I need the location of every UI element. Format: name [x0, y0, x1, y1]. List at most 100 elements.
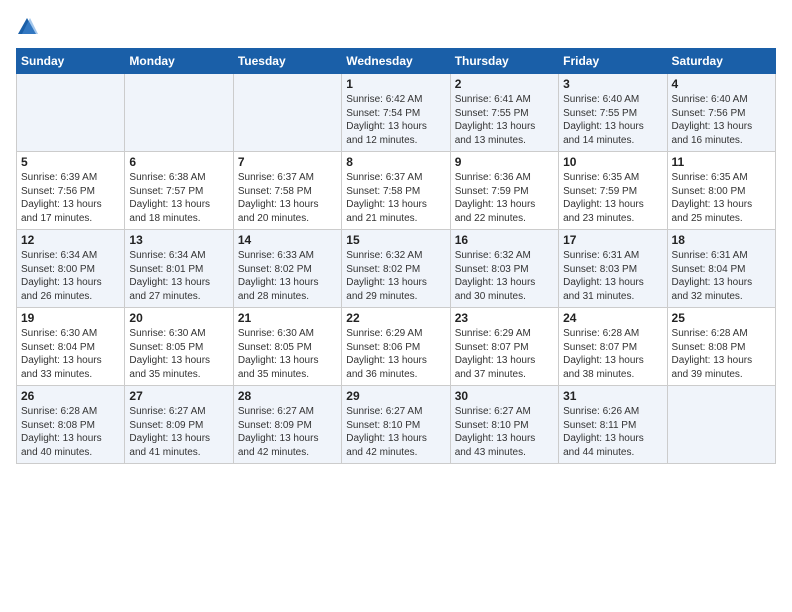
- day-number: 31: [563, 389, 662, 403]
- calendar-cell: 26 Sunrise: 6:28 AM Sunset: 8:08 PM Dayli…: [17, 386, 125, 464]
- calendar-cell: 2 Sunrise: 6:41 AM Sunset: 7:55 PM Daylig…: [450, 74, 558, 152]
- weekday-monday: Monday: [125, 49, 233, 74]
- calendar-cell: 5 Sunrise: 6:39 AM Sunset: 7:56 PM Daylig…: [17, 152, 125, 230]
- day-number: 22: [346, 311, 445, 325]
- day-info: Sunrise: 6:35 AM Sunset: 8:00 PM Dayligh…: [672, 171, 771, 225]
- day-number: 14: [238, 233, 337, 247]
- day-info: Sunrise: 6:28 AM Sunset: 8:07 PM Dayligh…: [563, 327, 662, 381]
- day-info: Sunrise: 6:27 AM Sunset: 8:09 PM Dayligh…: [129, 405, 228, 459]
- calendar-cell: 28Sunrise: 6:27 AM Sunset: 8:09 PM Dayli…: [233, 386, 341, 464]
- calendar-cell: 21 Sunrise: 6:30 AM Sunset: 8:05 PM Dayli…: [233, 308, 341, 386]
- calendar-cell: 7 Sunrise: 6:37 AM Sunset: 7:58 PM Daylig…: [233, 152, 341, 230]
- day-number: 21: [238, 311, 337, 325]
- weekday-wednesday: Wednesday: [342, 49, 450, 74]
- day-info: Sunrise: 6:28 AM Sunset: 8:08 PM Dayligh…: [672, 327, 771, 381]
- calendar-cell: 8 Sunrise: 6:37 AM Sunset: 7:58 PM Daylig…: [342, 152, 450, 230]
- calendar-cell: 25Sunrise: 6:28 AM Sunset: 8:08 PM Dayli…: [667, 308, 775, 386]
- calendar-cell: 31 Sunrise: 6:26 AM Sunset: 8:11 PM Dayli…: [559, 386, 667, 464]
- day-info: Sunrise: 6:30 AM Sunset: 8:04 PM Dayligh…: [21, 327, 120, 381]
- page: SundayMondayTuesdayWednesdayThursdayFrid…: [0, 0, 792, 612]
- day-number: 2: [455, 77, 554, 91]
- calendar-cell: 23 Sunrise: 6:29 AM Sunset: 8:07 PM Dayli…: [450, 308, 558, 386]
- day-info: Sunrise: 6:34 AM Sunset: 8:01 PM Dayligh…: [129, 249, 228, 303]
- day-number: 27: [129, 389, 228, 403]
- day-number: 23: [455, 311, 554, 325]
- day-number: 26: [21, 389, 120, 403]
- calendar-cell: 14 Sunrise: 6:33 AM Sunset: 8:02 PM Dayli…: [233, 230, 341, 308]
- day-number: 13: [129, 233, 228, 247]
- day-info: Sunrise: 6:31 AM Sunset: 8:03 PM Dayligh…: [563, 249, 662, 303]
- day-info: Sunrise: 6:29 AM Sunset: 8:07 PM Dayligh…: [455, 327, 554, 381]
- logo-icon: [16, 16, 38, 38]
- day-number: 16: [455, 233, 554, 247]
- calendar-cell: 19 Sunrise: 6:30 AM Sunset: 8:04 PM Dayli…: [17, 308, 125, 386]
- day-number: 5: [21, 155, 120, 169]
- day-info: Sunrise: 6:34 AM Sunset: 8:00 PM Dayligh…: [21, 249, 120, 303]
- day-info: Sunrise: 6:40 AM Sunset: 7:55 PM Dayligh…: [563, 93, 662, 147]
- day-number: 4: [672, 77, 771, 91]
- calendar-cell: 11Sunrise: 6:35 AM Sunset: 8:00 PM Dayli…: [667, 152, 775, 230]
- logo: [16, 16, 42, 38]
- calendar-table: SundayMondayTuesdayWednesdayThursdayFrid…: [16, 48, 776, 464]
- day-info: Sunrise: 6:26 AM Sunset: 8:11 PM Dayligh…: [563, 405, 662, 459]
- day-number: 9: [455, 155, 554, 169]
- day-number: 20: [129, 311, 228, 325]
- day-number: 1: [346, 77, 445, 91]
- day-number: 15: [346, 233, 445, 247]
- day-info: Sunrise: 6:41 AM Sunset: 7:55 PM Dayligh…: [455, 93, 554, 147]
- day-info: Sunrise: 6:37 AM Sunset: 7:58 PM Dayligh…: [238, 171, 337, 225]
- calendar-cell: 29Sunrise: 6:27 AM Sunset: 8:10 PM Dayli…: [342, 386, 450, 464]
- weekday-sunday: Sunday: [17, 49, 125, 74]
- calendar-cell: [233, 74, 341, 152]
- weekday-tuesday: Tuesday: [233, 49, 341, 74]
- day-info: Sunrise: 6:32 AM Sunset: 8:03 PM Dayligh…: [455, 249, 554, 303]
- header: [16, 16, 776, 38]
- day-number: 3: [563, 77, 662, 91]
- calendar-cell: 18 Sunrise: 6:31 AM Sunset: 8:04 PM Dayli…: [667, 230, 775, 308]
- day-number: 30: [455, 389, 554, 403]
- calendar-week-3: 12 Sunrise: 6:34 AM Sunset: 8:00 PM Dayli…: [17, 230, 776, 308]
- calendar-cell: 17 Sunrise: 6:31 AM Sunset: 8:03 PM Dayli…: [559, 230, 667, 308]
- day-info: Sunrise: 6:39 AM Sunset: 7:56 PM Dayligh…: [21, 171, 120, 225]
- day-number: 6: [129, 155, 228, 169]
- calendar-cell: 16 Sunrise: 6:32 AM Sunset: 8:03 PM Dayli…: [450, 230, 558, 308]
- day-number: 7: [238, 155, 337, 169]
- day-number: 18: [672, 233, 771, 247]
- calendar-cell: 10 Sunrise: 6:35 AM Sunset: 7:59 PM Dayli…: [559, 152, 667, 230]
- day-number: 28: [238, 389, 337, 403]
- day-info: Sunrise: 6:30 AM Sunset: 8:05 PM Dayligh…: [129, 327, 228, 381]
- day-number: 12: [21, 233, 120, 247]
- calendar-week-5: 26 Sunrise: 6:28 AM Sunset: 8:08 PM Dayli…: [17, 386, 776, 464]
- day-info: Sunrise: 6:37 AM Sunset: 7:58 PM Dayligh…: [346, 171, 445, 225]
- day-info: Sunrise: 6:35 AM Sunset: 7:59 PM Dayligh…: [563, 171, 662, 225]
- day-number: 19: [21, 311, 120, 325]
- calendar-cell: 24 Sunrise: 6:28 AM Sunset: 8:07 PM Dayli…: [559, 308, 667, 386]
- day-info: Sunrise: 6:32 AM Sunset: 8:02 PM Dayligh…: [346, 249, 445, 303]
- weekday-thursday: Thursday: [450, 49, 558, 74]
- day-number: 17: [563, 233, 662, 247]
- calendar-week-2: 5 Sunrise: 6:39 AM Sunset: 7:56 PM Daylig…: [17, 152, 776, 230]
- calendar-cell: 6 Sunrise: 6:38 AM Sunset: 7:57 PM Daylig…: [125, 152, 233, 230]
- calendar-cell: 3 Sunrise: 6:40 AM Sunset: 7:55 PM Daylig…: [559, 74, 667, 152]
- calendar-cell: [125, 74, 233, 152]
- calendar-cell: 1 Sunrise: 6:42 AM Sunset: 7:54 PM Daylig…: [342, 74, 450, 152]
- day-info: Sunrise: 6:30 AM Sunset: 8:05 PM Dayligh…: [238, 327, 337, 381]
- weekday-friday: Friday: [559, 49, 667, 74]
- day-info: Sunrise: 6:42 AM Sunset: 7:54 PM Dayligh…: [346, 93, 445, 147]
- day-info: Sunrise: 6:33 AM Sunset: 8:02 PM Dayligh…: [238, 249, 337, 303]
- day-number: 8: [346, 155, 445, 169]
- day-number: 10: [563, 155, 662, 169]
- calendar-cell: 30Sunrise: 6:27 AM Sunset: 8:10 PM Dayli…: [450, 386, 558, 464]
- day-info: Sunrise: 6:28 AM Sunset: 8:08 PM Dayligh…: [21, 405, 120, 459]
- calendar-cell: 4Sunrise: 6:40 AM Sunset: 7:56 PM Daylig…: [667, 74, 775, 152]
- weekday-saturday: Saturday: [667, 49, 775, 74]
- weekday-header-row: SundayMondayTuesdayWednesdayThursdayFrid…: [17, 49, 776, 74]
- calendar-cell: 22Sunrise: 6:29 AM Sunset: 8:06 PM Dayli…: [342, 308, 450, 386]
- day-number: 24: [563, 311, 662, 325]
- day-info: Sunrise: 6:31 AM Sunset: 8:04 PM Dayligh…: [672, 249, 771, 303]
- calendar-cell: [667, 386, 775, 464]
- calendar-week-1: 1 Sunrise: 6:42 AM Sunset: 7:54 PM Daylig…: [17, 74, 776, 152]
- calendar-cell: 9Sunrise: 6:36 AM Sunset: 7:59 PM Daylig…: [450, 152, 558, 230]
- calendar-cell: 27 Sunrise: 6:27 AM Sunset: 8:09 PM Dayli…: [125, 386, 233, 464]
- day-info: Sunrise: 6:38 AM Sunset: 7:57 PM Dayligh…: [129, 171, 228, 225]
